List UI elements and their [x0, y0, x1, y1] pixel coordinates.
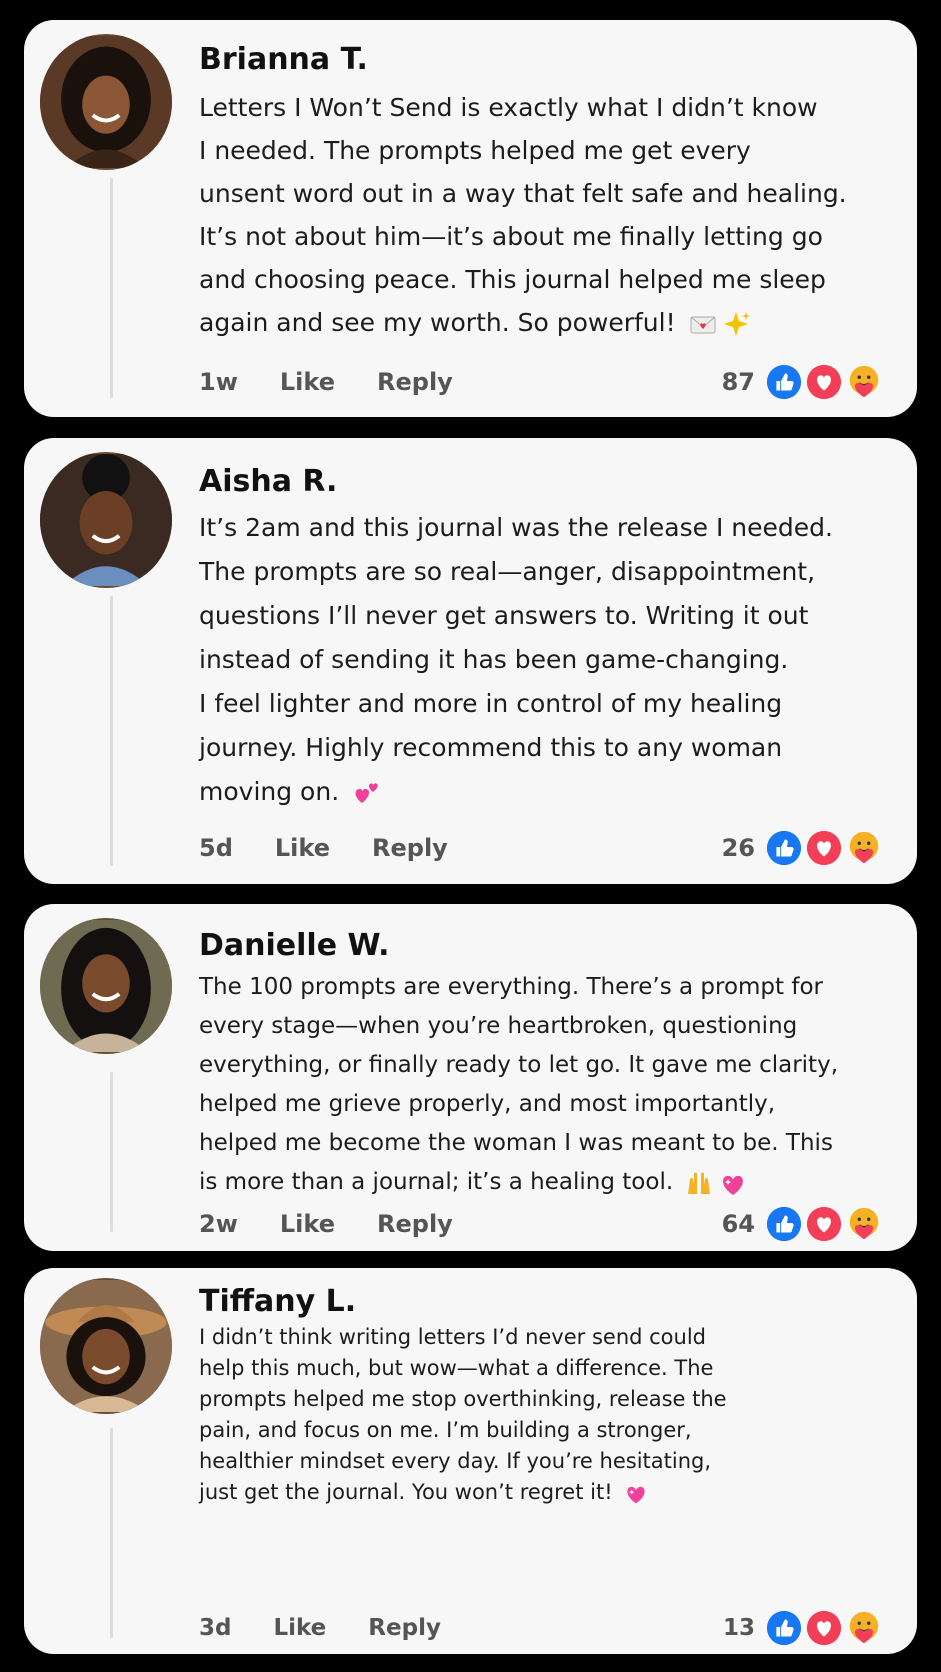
comment-footer: 5d Like Reply 26 — [199, 828, 883, 868]
like-button[interactable]: Like — [280, 368, 335, 396]
comment-line: Letters I Won’t Send is exactly what I d… — [199, 93, 818, 122]
like-reaction-icon — [766, 1610, 802, 1646]
avatar-portrait-icon — [40, 36, 172, 168]
two-hearts-emoji — [351, 778, 381, 808]
care-reaction-icon — [849, 365, 879, 398]
comment-line: It’s 2am and this journal was the releas… — [199, 513, 833, 542]
avatar-portrait-icon — [40, 1280, 172, 1412]
comment-line-text: is more than a journal; it’s a healing t… — [199, 1169, 674, 1195]
care-reaction-icon — [849, 1611, 879, 1644]
avatar[interactable] — [40, 34, 172, 170]
reply-button[interactable]: Reply — [377, 368, 453, 396]
sparkling-heart-emoji — [718, 1168, 748, 1198]
reaction-count[interactable]: 64 — [722, 1210, 755, 1238]
like-button[interactable]: Like — [280, 1210, 335, 1238]
commenter-name[interactable]: Aisha R. — [199, 464, 337, 499]
love-reaction-icon — [806, 1206, 842, 1242]
care-reaction-icon — [849, 831, 879, 864]
comment-line: everything, or finally ready to let go. … — [199, 1052, 839, 1078]
avatar[interactable] — [40, 452, 172, 588]
care-reaction-icon — [849, 1207, 879, 1240]
reply-button[interactable]: Reply — [368, 1615, 441, 1641]
reactions[interactable] — [763, 1205, 883, 1243]
timestamp[interactable]: 3d — [199, 1615, 231, 1641]
comment-text: The 100 prompts are everything. There’s … — [199, 968, 838, 1202]
comment-line: every stage—when you’re heartbroken, que… — [199, 1013, 798, 1039]
avatar-portrait-icon — [40, 454, 172, 586]
comment-line: It’s not about him—it’s about me finally… — [199, 222, 823, 251]
comment-line-text: just get the journal. You won’t regret i… — [199, 1480, 613, 1504]
love-reaction-icon — [806, 1610, 842, 1646]
comment-card: Aisha R. It’s 2am and this journal was t… — [24, 438, 917, 884]
comment-line: The prompts are so real—anger, disappoin… — [199, 557, 816, 586]
commenter-name[interactable]: Danielle W. — [199, 928, 390, 963]
comment-line: again and see my worth. So powerful! — [199, 301, 847, 344]
comment-footer: 1w Like Reply 87 — [199, 362, 883, 402]
comment-line: healthier mindset every day. If you’re h… — [199, 1449, 712, 1473]
timestamp[interactable]: 5d — [199, 834, 233, 862]
thread-line — [110, 1072, 113, 1232]
reactions[interactable] — [763, 363, 883, 401]
comment-text: It’s 2am and this journal was the releas… — [199, 506, 833, 814]
thread-line — [110, 1428, 113, 1638]
thread-line — [110, 596, 113, 866]
comment-line: journey. Highly recommend this to any wo… — [199, 733, 783, 762]
comment-line: pain, and focus on me. I’m building a st… — [199, 1418, 692, 1442]
comment-line: help this much, but wow—what a differenc… — [199, 1356, 714, 1380]
thread-line — [110, 178, 113, 398]
avatar[interactable] — [40, 1278, 172, 1414]
love-reaction-icon — [806, 830, 842, 866]
like-button[interactable]: Like — [275, 834, 330, 862]
comment-card: Tiffany L. I didn’t think writing letter… — [24, 1268, 917, 1654]
comment-footer: 2w Like Reply 64 — [199, 1204, 883, 1244]
comment-line: moving on. — [199, 770, 833, 814]
avatar[interactable] — [40, 918, 172, 1054]
reactions[interactable] — [763, 829, 883, 867]
comment-line: The 100 prompts are everything. There’s … — [199, 974, 823, 1000]
avatar-portrait-icon — [40, 920, 172, 1052]
like-reaction-icon — [766, 830, 802, 866]
reaction-count[interactable]: 87 — [722, 368, 755, 396]
reactions[interactable] — [763, 1609, 883, 1647]
comment-line: prompts helped me stop overthinking, rel… — [199, 1387, 727, 1411]
commenter-name[interactable]: Brianna T. — [199, 42, 368, 77]
comment-text: I didn’t think writing letters I’d never… — [199, 1322, 727, 1508]
comment-line: questions I’ll never get answers to. Wri… — [199, 601, 809, 630]
reaction-count[interactable]: 26 — [722, 834, 755, 862]
like-reaction-icon — [766, 1206, 802, 1242]
timestamp[interactable]: 1w — [199, 368, 238, 396]
timestamp[interactable]: 2w — [199, 1210, 238, 1238]
reaction-count[interactable]: 13 — [723, 1615, 755, 1641]
raising-hands-emoji — [684, 1168, 714, 1198]
love-reaction-icon — [806, 364, 842, 400]
comment-line: instead of sending it has been game-chan… — [199, 645, 789, 674]
comment-line-text: again and see my worth. So powerful! — [199, 308, 676, 337]
comment-line: and choosing peace. This journal helped … — [199, 265, 826, 294]
comment-line: I didn’t think writing letters I’d never… — [199, 1325, 707, 1349]
comment-line: helped me grieve properly, and most impo… — [199, 1091, 776, 1117]
comment-line: is more than a journal; it’s a healing t… — [199, 1163, 838, 1202]
sparkling-heart-emoji — [623, 1480, 649, 1506]
reply-button[interactable]: Reply — [372, 834, 448, 862]
comment-line: I feel lighter and more in control of my… — [199, 689, 783, 718]
comment-card: Danielle W. The 100 prompts are everythi… — [24, 904, 917, 1251]
comment-footer: 3d Like Reply 13 — [199, 1608, 883, 1648]
sparkles-emoji — [722, 309, 752, 339]
comment-line-text: moving on. — [199, 777, 340, 806]
reply-button[interactable]: Reply — [377, 1210, 453, 1238]
love-letter-emoji — [688, 309, 718, 339]
comment-card: Brianna T. Letters I Won’t Send is exact… — [24, 20, 917, 417]
comment-text: Letters I Won’t Send is exactly what I d… — [199, 86, 847, 344]
comment-line: I needed. The prompts helped me get ever… — [199, 136, 751, 165]
comment-line: unsent word out in a way that felt safe … — [199, 179, 847, 208]
like-reaction-icon — [766, 364, 802, 400]
like-button[interactable]: Like — [273, 1615, 326, 1641]
comment-line: helped me become the woman I was meant t… — [199, 1130, 833, 1156]
comment-line: just get the journal. You won’t regret i… — [199, 1477, 727, 1508]
commenter-name[interactable]: Tiffany L. — [199, 1284, 356, 1319]
